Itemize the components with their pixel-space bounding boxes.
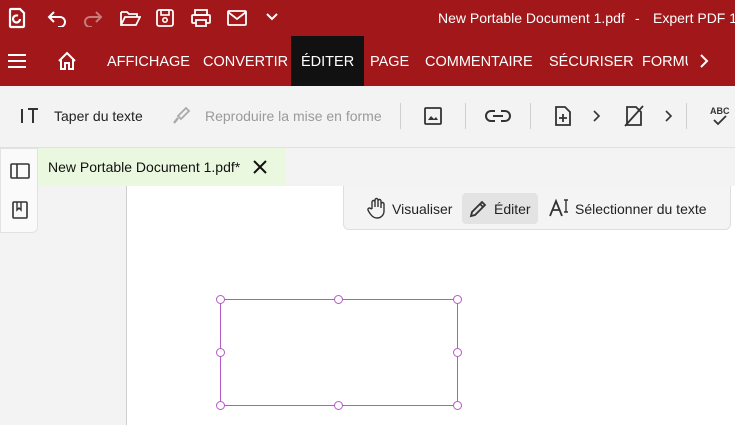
bookmark-icon[interactable] [12, 201, 28, 224]
resize-handle[interactable] [216, 348, 225, 357]
title-separator: - [635, 10, 640, 26]
resize-handle[interactable] [334, 295, 343, 304]
tab-page[interactable]: PAGE [370, 36, 409, 86]
insert-page-icon[interactable] [553, 105, 573, 132]
tab-editer[interactable]: ÉDITER [291, 36, 365, 86]
view-mode-button[interactable]: Visualiser [392, 201, 452, 217]
toolbar-divider [530, 103, 531, 129]
tab-commentaire[interactable]: COMMENTAIRE [425, 36, 533, 86]
left-sidebar [0, 148, 38, 233]
title-bar: New Portable Document 1.pdf - Expert PDF… [0, 0, 735, 36]
hand-icon [366, 197, 388, 224]
selection-box[interactable] [220, 299, 458, 406]
open-folder-icon[interactable] [119, 9, 141, 27]
panel-toggle-icon[interactable] [10, 163, 30, 184]
tab-affichage[interactable]: AFFICHAGE [107, 36, 190, 86]
link-icon[interactable] [485, 108, 511, 129]
edit-mode-label: Éditer [494, 201, 531, 217]
app-name: Expert PDF 15 [653, 10, 735, 26]
hamburger-menu-icon[interactable] [7, 53, 27, 69]
chevron-down-icon[interactable] [265, 11, 279, 23]
toolbar-divider [400, 103, 401, 129]
redo-icon[interactable] [82, 9, 104, 27]
email-icon[interactable] [226, 9, 248, 27]
ribbon-tab-bar: AFFICHAGE CONVERTIR ÉDITER PAGE COMMENTA… [0, 36, 735, 86]
resize-handle[interactable] [453, 295, 462, 304]
spell-check-icon[interactable]: ABC [708, 104, 732, 133]
edit-toolbar: Taper du texte Reproduire la mise en for… [0, 86, 735, 148]
mode-bar: Visualiser Éditer Sélectionner du texte [343, 186, 731, 230]
chevron-right-icon[interactable] [698, 53, 710, 69]
resize-handle[interactable] [216, 295, 225, 304]
type-text-icon[interactable] [20, 107, 40, 130]
toolbar-divider [465, 103, 466, 129]
tab-convertir[interactable]: CONVERTIR [203, 36, 288, 86]
document-title: New Portable Document 1.pdf [438, 10, 625, 26]
tab-securiser[interactable]: SÉCURISER [549, 36, 634, 86]
document-tab-label: New Portable Document 1.pdf* [48, 159, 241, 175]
pencil-icon [468, 199, 488, 224]
chevron-right-icon[interactable] [664, 109, 674, 128]
format-painter-button: Reproduire la mise en forme [205, 108, 382, 124]
select-text-mode-button[interactable]: Sélectionner du texte [575, 201, 707, 217]
resize-handle[interactable] [334, 401, 343, 410]
image-icon[interactable] [423, 106, 443, 131]
text-select-icon [549, 198, 571, 223]
format-painter-icon [171, 106, 191, 131]
resize-handle[interactable] [453, 348, 462, 357]
undo-icon[interactable] [46, 9, 68, 27]
resize-handle[interactable] [453, 401, 462, 410]
home-icon[interactable] [57, 51, 77, 71]
delete-page-icon[interactable] [623, 104, 645, 133]
edit-mode-button[interactable]: Éditer [462, 193, 538, 224]
app-logo-icon[interactable] [7, 7, 27, 29]
document-tab[interactable]: New Portable Document 1.pdf* [38, 148, 286, 186]
close-icon[interactable] [253, 160, 267, 179]
svg-text:ABC: ABC [710, 106, 730, 116]
print-icon[interactable] [190, 8, 212, 28]
chevron-right-icon[interactable] [592, 109, 602, 128]
canvas-gutter [38, 186, 126, 425]
resize-handle[interactable] [216, 401, 225, 410]
tab-formulaire[interactable]: FORMU [642, 36, 688, 86]
toolbar-divider [686, 103, 687, 129]
type-text-button[interactable]: Taper du texte [54, 108, 143, 124]
save-icon[interactable] [155, 8, 175, 28]
